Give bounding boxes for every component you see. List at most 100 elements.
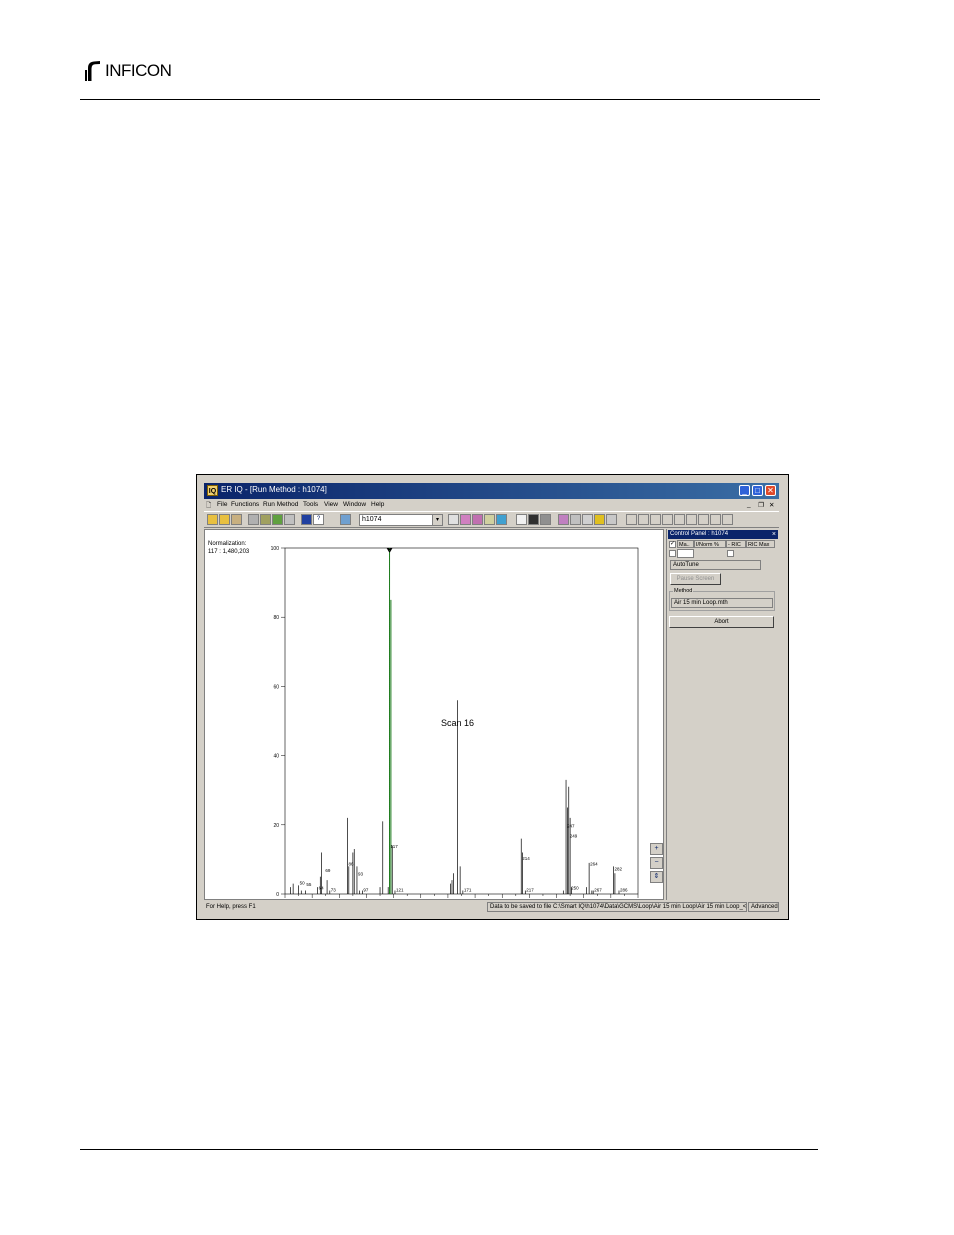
scan-label: Scan 16 — [441, 718, 474, 728]
expand-horizontal-icon[interactable] — [674, 514, 685, 525]
close-button[interactable]: ✕ — [765, 485, 776, 496]
menu-functions[interactable]: Functions — [231, 501, 259, 508]
title-bar[interactable]: IQ ER IQ - [Run Method : h1074] _ □ ✕ — [204, 483, 779, 499]
pause-screen-button[interactable]: Pause Screen — [670, 573, 721, 585]
y-tick-label-60: 60 — [273, 684, 279, 690]
peak-label-86: 86 — [348, 861, 354, 866]
monitor-icon[interactable] — [496, 514, 507, 525]
mdi-restore-button[interactable]: ❐ — [758, 501, 764, 509]
peak-label-282: 282 — [615, 867, 623, 872]
ric-row-checkbox[interactable] — [727, 550, 734, 557]
peak-label-64: 64 — [319, 886, 325, 891]
report-icon[interactable] — [558, 514, 569, 525]
peak-label-93: 93 — [358, 872, 364, 877]
toolbar: ? h1074 ▾ — [204, 511, 779, 528]
menu-view[interactable]: View — [324, 501, 338, 508]
help-icon[interactable]: ? — [313, 514, 324, 525]
status-bar: For Help, press F1 Data to be saved to f… — [204, 901, 779, 913]
column-header-ric[interactable]: - RIC — [726, 540, 746, 548]
peak-label-247: 247 — [567, 823, 575, 828]
open-data-icon[interactable] — [231, 514, 242, 525]
mass-row-input[interactable] — [677, 549, 694, 558]
save-icon[interactable] — [248, 514, 259, 525]
edit-icon[interactable] — [484, 514, 495, 525]
method-group: Method Air 15 min Loop.mth — [669, 588, 775, 611]
stop-icon[interactable] — [540, 514, 551, 525]
header-rule — [80, 99, 820, 100]
open-folder-icon[interactable] — [207, 514, 218, 525]
up-arrow-icon[interactable] — [626, 514, 637, 525]
peak-label-267: 267 — [594, 887, 602, 892]
shrink-icon[interactable] — [686, 514, 697, 525]
minimize-button[interactable]: _ — [739, 485, 750, 496]
right-arrow-2-icon[interactable] — [710, 514, 721, 525]
zoom-out-icon[interactable]: − — [650, 857, 663, 869]
calibrate-icon[interactable] — [516, 514, 527, 525]
left-arrow-icon[interactable] — [650, 514, 661, 525]
method-select[interactable]: h1074 ▾ — [359, 514, 443, 526]
zoom-in-icon[interactable]: + — [650, 843, 663, 855]
spectrum-chart-area[interactable]: Normalization: 117 : 1,480,203 0 20 40 60 80… — [204, 529, 664, 900]
open-method-icon[interactable] — [219, 514, 230, 525]
inficon-logo: INFICON — [82, 58, 172, 84]
method-file-field: Air 15 min Loop.mth — [671, 598, 773, 608]
menu-tools[interactable]: Tools — [303, 501, 318, 508]
print-icon[interactable] — [272, 514, 283, 525]
spectrum-icon[interactable] — [460, 514, 471, 525]
left-arrow-2-icon[interactable] — [698, 514, 709, 525]
fit-width-icon[interactable] — [722, 514, 733, 525]
warning-icon[interactable] — [594, 514, 605, 525]
method-icon[interactable] — [340, 514, 351, 525]
mdi-minimize-button[interactable]: _ — [747, 501, 751, 508]
peak-label-250: 250 — [571, 886, 579, 891]
peak-label-264: 264 — [590, 861, 598, 866]
status-help-text: For Help, press F1 — [206, 904, 256, 910]
mdi-close-button[interactable]: ✕ — [769, 501, 774, 509]
control-panel-close-icon[interactable]: × — [772, 530, 776, 539]
compare-icon[interactable] — [582, 514, 593, 525]
abort-button[interactable]: Abort — [669, 616, 774, 628]
screenshot-frame: IQ ER IQ - [Run Method : h1074] _ □ ✕ 🗋 … — [196, 474, 789, 920]
peak-label-286: 286 — [620, 887, 628, 892]
peak-label-55: 55 — [306, 882, 312, 887]
menu-window[interactable]: Window — [343, 501, 366, 508]
status-light-icon[interactable] — [528, 514, 539, 525]
peak-label-50: 50 — [300, 880, 306, 885]
preview-icon[interactable] — [284, 514, 295, 525]
window-title: ER IQ - [Run Method : h1074] — [221, 485, 327, 494]
peak-label-217: 217 — [526, 887, 534, 892]
row-checkbox[interactable] — [669, 550, 676, 557]
library-icon[interactable] — [570, 514, 581, 525]
tune-icon[interactable] — [472, 514, 483, 525]
peak-label-73: 73 — [331, 887, 337, 892]
maximize-button[interactable]: □ — [752, 485, 763, 496]
column-header-ric-max[interactable]: RIC Max — [746, 540, 775, 548]
up-arrow-2-icon[interactable] — [638, 514, 649, 525]
autotune-field: AutoTune — [670, 560, 761, 570]
peak-label-214: 214 — [522, 856, 530, 861]
menu-run-method[interactable]: Run Method — [263, 501, 298, 508]
control-panel-title: Control Panel : h1074 — [670, 531, 729, 537]
app-icon: IQ — [207, 485, 218, 496]
about-icon[interactable] — [301, 514, 312, 525]
peak-label-171: 171 — [464, 887, 472, 892]
y-tick-label-20: 20 — [273, 823, 279, 829]
y-tick-label-40: 40 — [273, 754, 279, 760]
menu-file[interactable]: File — [217, 501, 227, 508]
control-panel-title-bar[interactable]: Control Panel : h1074 × — [668, 530, 778, 539]
status-mode: Advanced — [748, 902, 779, 912]
menu-help[interactable]: Help — [371, 501, 384, 508]
column-header-inorm[interactable]: I/Norm % — [694, 540, 726, 548]
right-arrow-icon[interactable] — [662, 514, 673, 525]
peak-label-249: 249 — [570, 834, 578, 839]
disabled-tool-icon[interactable] — [606, 514, 617, 525]
fit-view-icon[interactable]: ⇕ — [650, 871, 663, 883]
settings-icon[interactable] — [260, 514, 271, 525]
info-icon[interactable] — [448, 514, 459, 525]
peak-label-69: 69 — [325, 868, 331, 873]
status-save-path: Data to be saved to file C:\Smart IQ\h10… — [487, 902, 747, 912]
dropdown-arrow-icon[interactable]: ▾ — [432, 515, 442, 525]
column-header-mass[interactable]: Ma.. — [677, 540, 694, 548]
mass-column-checkbox[interactable]: ✓ — [669, 541, 676, 548]
peak-label-117: 117 — [391, 844, 399, 849]
